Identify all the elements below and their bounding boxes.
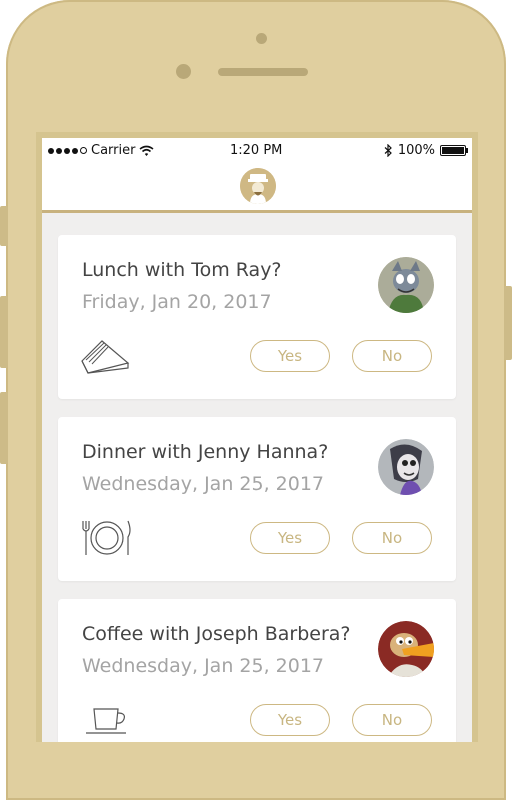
invitation-card: Dinner with Jenny Hanna? Wednesday, Jan … bbox=[58, 417, 456, 581]
no-button[interactable]: No bbox=[352, 704, 432, 736]
invitation-date: Friday, Jan 20, 2017 bbox=[82, 291, 272, 313]
battery-icon bbox=[440, 145, 468, 156]
status-bar: Carrier 1:20 PM 100% bbox=[42, 138, 472, 162]
no-button[interactable]: No bbox=[352, 340, 432, 372]
battery-percent: 100% bbox=[397, 143, 435, 158]
yes-button[interactable]: Yes bbox=[250, 522, 330, 554]
invitation-date: Wednesday, Jan 25, 2017 bbox=[82, 473, 325, 495]
avatar bbox=[378, 439, 434, 495]
bluetooth-icon bbox=[384, 144, 392, 157]
power-button bbox=[504, 286, 512, 360]
status-left: Carrier bbox=[48, 143, 154, 158]
yes-button[interactable]: Yes bbox=[250, 704, 330, 736]
invitation-title: Lunch with Tom Ray? bbox=[82, 259, 282, 281]
nav-bar bbox=[42, 162, 472, 213]
signal-strength-icon bbox=[48, 147, 87, 154]
app-screen: Carrier 1:20 PM 100% Lunch with Tom Ray?… bbox=[36, 132, 478, 742]
proximity-sensor bbox=[176, 64, 191, 79]
status-time: 1:20 PM bbox=[230, 143, 283, 158]
avatar bbox=[378, 257, 434, 313]
front-camera bbox=[256, 33, 267, 44]
yes-button[interactable]: Yes bbox=[250, 340, 330, 372]
invitation-title: Dinner with Jenny Hanna? bbox=[82, 441, 329, 463]
invitation-card: Coffee with Joseph Barbera? Wednesday, J… bbox=[58, 599, 456, 742]
mute-switch bbox=[0, 206, 8, 246]
sandwich-icon bbox=[81, 340, 130, 374]
avatar bbox=[378, 621, 434, 677]
app-logo-icon bbox=[240, 168, 276, 204]
volume-up-button bbox=[0, 296, 8, 368]
invitation-card: Lunch with Tom Ray? Friday, Jan 20, 2017 bbox=[58, 235, 456, 399]
invitation-date: Wednesday, Jan 25, 2017 bbox=[82, 655, 325, 677]
volume-down-button bbox=[0, 392, 8, 464]
status-right: 100% bbox=[384, 143, 468, 158]
wifi-icon bbox=[139, 145, 154, 156]
coffee-cup-icon bbox=[86, 708, 126, 734]
no-button[interactable]: No bbox=[352, 522, 432, 554]
earpiece-speaker bbox=[218, 68, 308, 76]
invitation-title: Coffee with Joseph Barbera? bbox=[82, 623, 351, 645]
carrier-label: Carrier bbox=[91, 143, 136, 158]
plate-cutlery-icon bbox=[82, 520, 131, 555]
